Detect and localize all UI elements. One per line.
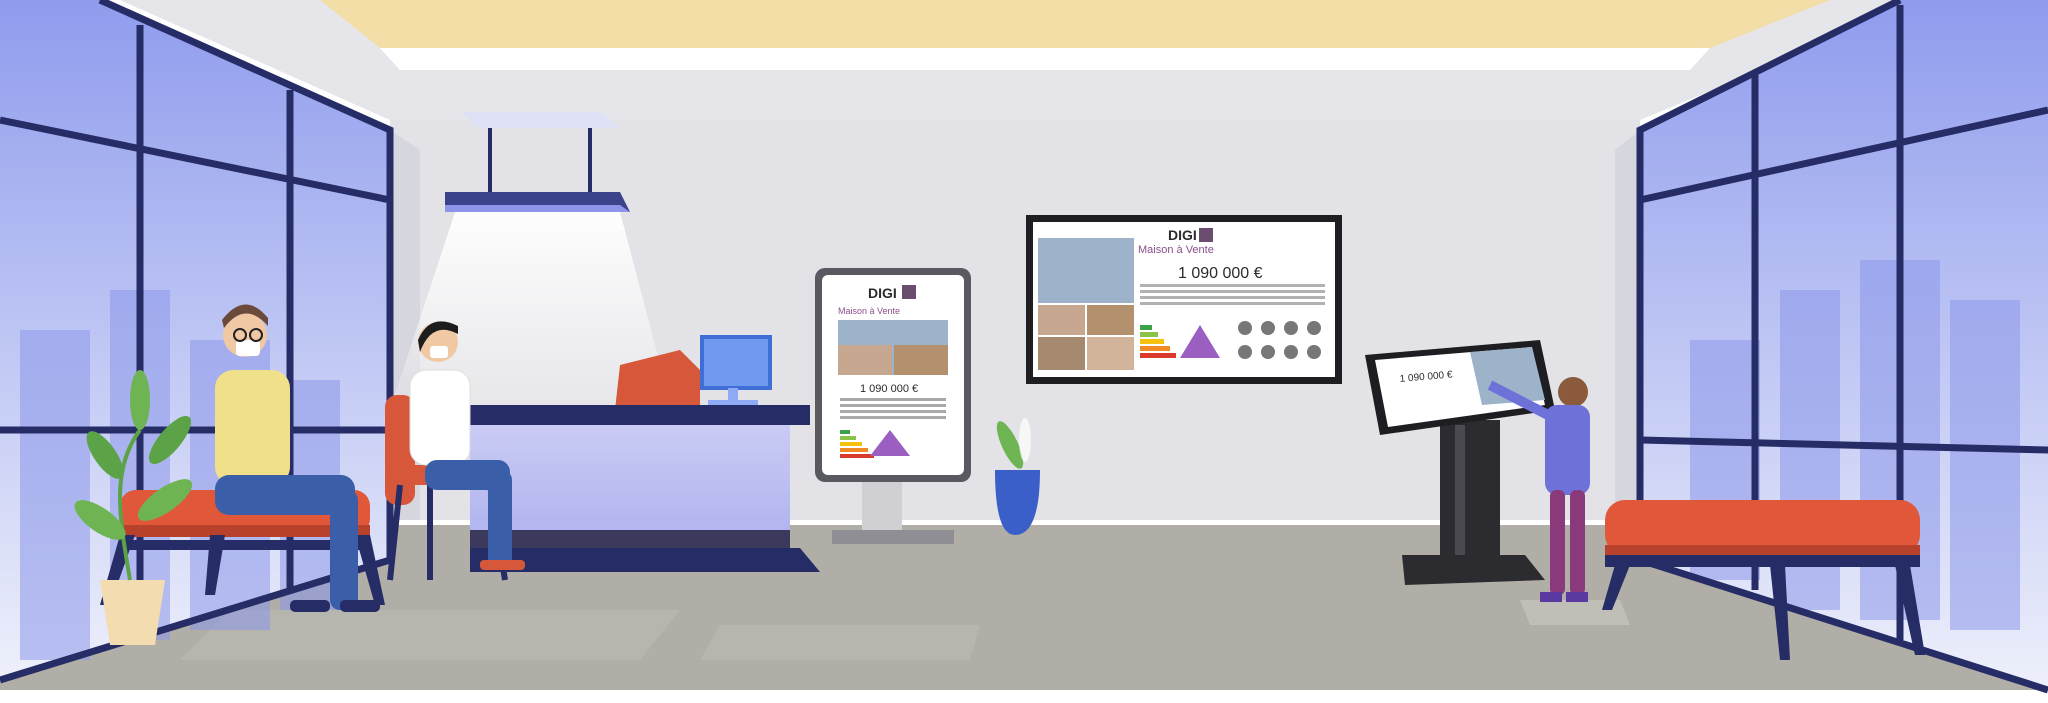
office-lobby-illustration: DIGI Maison à Vente 1 090 000 € DIGI Mai… [0, 0, 2048, 698]
wall-tv: DIGI Maison à Vente 1 090 000 € [1026, 215, 1342, 384]
poster-subtitle: Maison à Vente [838, 306, 900, 316]
right-wall-strip [1615, 130, 1640, 560]
tv-price: 1 090 000 € [1178, 265, 1263, 282]
tv-subtitle: Maison à Vente [1138, 244, 1214, 256]
ceiling-accent [320, 0, 1830, 48]
poster-brand: DIGI [868, 285, 897, 301]
tv-brand: DIGI [1168, 227, 1197, 243]
poster-price: 1 090 000 € [860, 383, 918, 395]
